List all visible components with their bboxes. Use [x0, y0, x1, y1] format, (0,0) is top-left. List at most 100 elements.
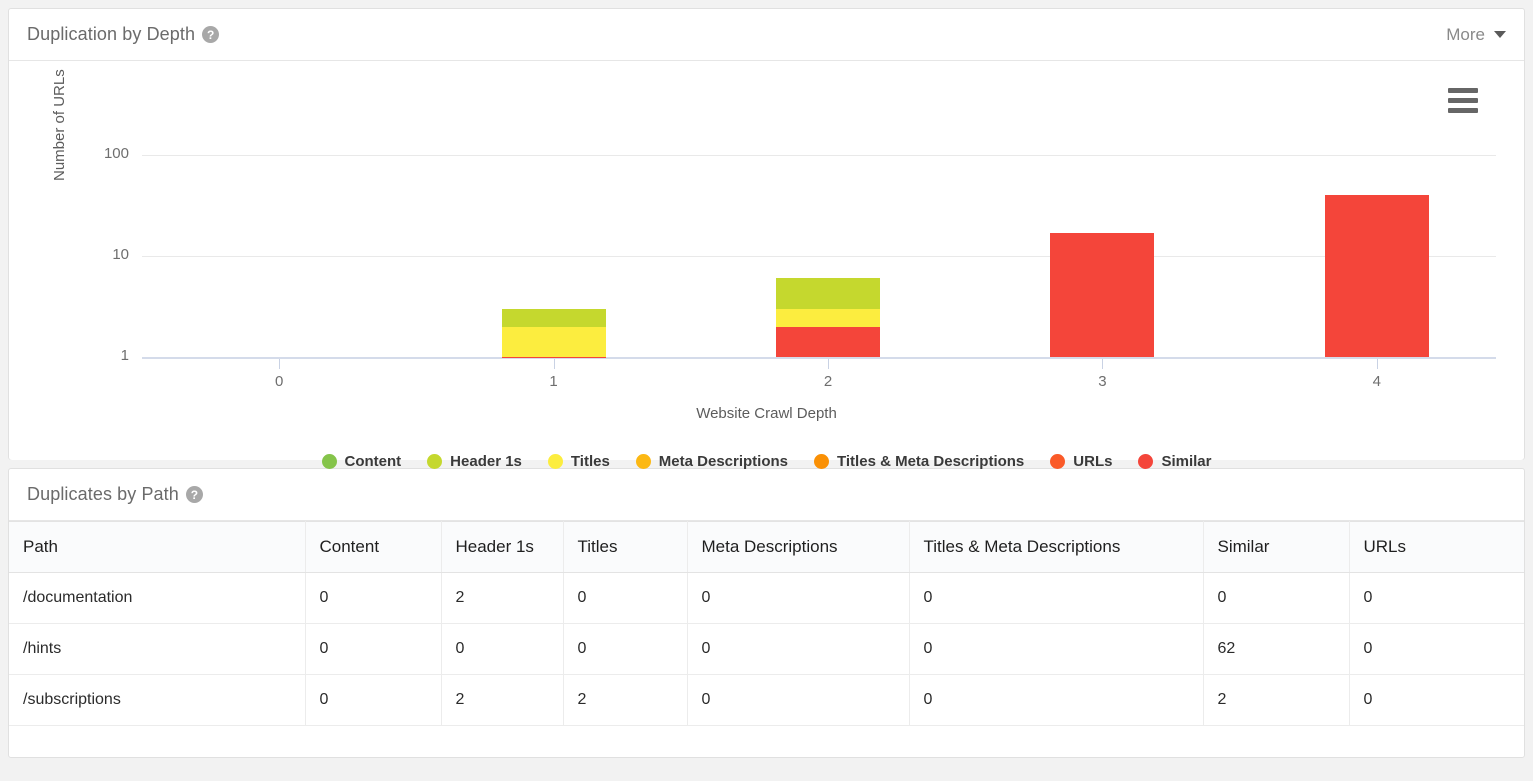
x-tick-label: 4: [1372, 373, 1381, 390]
table-title: Duplicates by Path: [27, 484, 179, 504]
table-column-header[interactable]: URLs: [1349, 521, 1524, 573]
table-row[interactable]: /documentation 0 2 0 0 0 0 0: [9, 572, 1524, 624]
table-cell: 0: [1349, 674, 1524, 726]
bar-segment[interactable]: [501, 356, 606, 358]
chart-plot-area: Number of URLs Website Crawl Depth 100 10…: [9, 61, 1524, 460]
y-gridline: [142, 155, 1496, 156]
legend-color-dot: [1050, 454, 1066, 469]
x-axis-title: Website Crawl Depth: [696, 405, 837, 422]
legend-color-dot: [814, 454, 829, 469]
legend-item[interactable]: Meta Descriptions: [635, 453, 788, 470]
bar-segment[interactable]: [776, 308, 880, 327]
table-cell: 0: [687, 623, 910, 675]
bar-stack[interactable]: [1324, 195, 1429, 357]
table-cell: 0: [305, 572, 442, 624]
table-cell: 0: [909, 623, 1204, 675]
x-axis-tick: [828, 359, 829, 369]
table-cell: 0: [563, 572, 688, 624]
more-dropdown[interactable]: More: [1446, 25, 1506, 45]
table-cell: 2: [563, 674, 688, 726]
legend-color-dot: [635, 454, 651, 469]
chart-legend: Content Header 1s Titles Meta Descriptions T…: [9, 453, 1524, 470]
legend-color-dot: [427, 454, 443, 469]
table-row[interactable]: /hints 0 0 0 0 0 62 0: [9, 623, 1524, 675]
hamburger-bar: [1448, 87, 1478, 93]
table-cell: 0: [1203, 572, 1350, 624]
chart-body: Number of URLs Website Crawl Depth 100 10…: [9, 61, 1524, 470]
legend-item[interactable]: Similar: [1138, 453, 1211, 470]
y-tick-label: 100: [103, 145, 129, 162]
table-cell: 0: [909, 674, 1204, 726]
legend-label: Content: [344, 453, 402, 470]
table-column-header[interactable]: Titles: [563, 521, 688, 573]
table-column-header[interactable]: Content: [305, 521, 442, 573]
table-column-header[interactable]: Similar: [1203, 521, 1350, 573]
legend-label: Meta Descriptions: [658, 453, 788, 470]
bar-stack[interactable]: [1050, 232, 1155, 357]
help-circle-icon[interactable]: ?: [185, 486, 203, 503]
y-tick-label: 10: [112, 246, 129, 263]
table-column-header[interactable]: Meta Descriptions: [687, 521, 910, 573]
legend-color-dot: [547, 454, 563, 469]
page-title: Duplication by Depth: [27, 24, 196, 44]
x-tick-label: 0: [275, 373, 284, 390]
table-cell: /documentation: [9, 572, 306, 624]
legend-label: Header 1s: [450, 453, 522, 470]
bar-stack[interactable]: [776, 278, 880, 357]
bar-segment[interactable]: [1050, 232, 1155, 357]
legend-item[interactable]: Titles: [547, 453, 610, 470]
legend-item[interactable]: URLs: [1050, 453, 1112, 470]
x-axis-line: [142, 357, 1496, 359]
y-tick-label: 1: [120, 347, 129, 364]
table-cell: /hints: [9, 623, 306, 675]
table-column-header[interactable]: Header 1s: [441, 521, 564, 573]
bar-stack[interactable]: [501, 308, 606, 358]
bar-segment[interactable]: [776, 326, 880, 357]
table-cell: 0: [1349, 572, 1524, 624]
table-column-header[interactable]: Titles & Meta Descriptions: [909, 521, 1204, 573]
chart-panel-header: Duplication by Depth ? More: [9, 9, 1524, 61]
hamburger-bar: [1448, 97, 1478, 103]
x-tick-label: 2: [823, 373, 833, 390]
legend-label: Titles & Meta Descriptions: [837, 453, 1025, 470]
bar-segment[interactable]: [501, 326, 606, 357]
x-axis-tick: [1376, 359, 1378, 369]
legend-color-dot: [321, 454, 337, 469]
bar-segment[interactable]: [1324, 195, 1429, 357]
table-cell: 2: [441, 572, 564, 624]
table-column-header[interactable]: Path: [9, 521, 306, 573]
x-axis-tick: [279, 359, 281, 369]
x-axis-tick: [1102, 359, 1104, 369]
legend-item[interactable]: Content: [321, 453, 402, 470]
table-cell: 0: [687, 674, 910, 726]
x-tick-label: 1: [549, 373, 558, 390]
bar-segment[interactable]: [501, 308, 606, 327]
duplication-by-depth-panel: Duplication by Depth ? More Number of UR…: [8, 8, 1525, 470]
table-cell: /subscriptions: [9, 674, 306, 726]
help-circle-icon[interactable]: ?: [202, 26, 220, 43]
table-header-row: Path Content Header 1s Titles Meta Descripti…: [9, 521, 1524, 573]
more-label: More: [1446, 24, 1485, 44]
legend-color-dot: [1138, 454, 1154, 469]
x-axis-tick: [553, 359, 555, 369]
legend-item[interactable]: Header 1s: [427, 453, 522, 470]
table-cell: 62: [1203, 623, 1350, 675]
y-gridline: [142, 256, 1496, 257]
hamburger-menu-icon[interactable]: [1448, 85, 1482, 115]
legend-label: Titles: [570, 453, 610, 470]
table-panel-header: Duplicates by Path ?: [9, 469, 1524, 521]
table-row[interactable]: /subscriptions 0 2 2 0 0 2 0: [9, 674, 1524, 726]
table-cell: 0: [1349, 623, 1524, 675]
chevron-down-icon: [1494, 31, 1506, 38]
table-cell: 0: [441, 623, 564, 675]
hamburger-bar: [1448, 107, 1478, 113]
x-tick-label: 3: [1098, 373, 1107, 390]
table-cell: 0: [305, 674, 442, 726]
y-axis-title: Number of URLs: [51, 69, 68, 181]
legend-item[interactable]: Titles & Meta Descriptions: [814, 453, 1024, 470]
table-cell: 0: [563, 623, 688, 675]
table-cell: 2: [441, 674, 564, 726]
table-cell: 0: [305, 623, 442, 675]
table-cell: 0: [909, 572, 1204, 624]
bar-segment[interactable]: [776, 278, 880, 309]
